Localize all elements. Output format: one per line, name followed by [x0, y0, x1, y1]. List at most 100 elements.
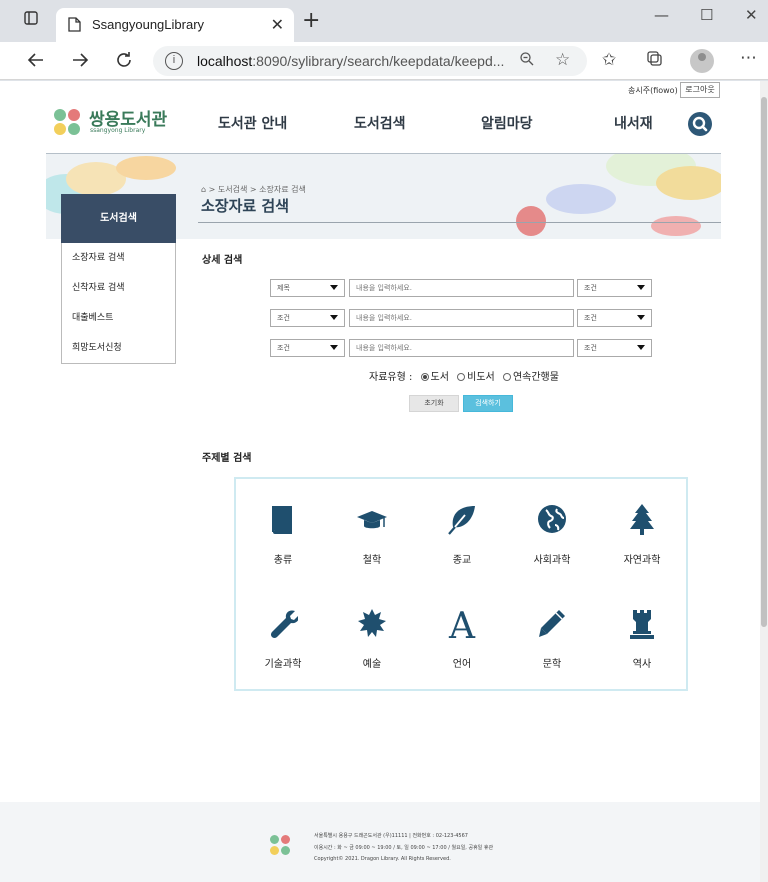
subject-general[interactable]: 총류: [248, 503, 318, 583]
logo-dot: [281, 846, 290, 855]
close-window-icon[interactable]: ✕: [745, 6, 758, 24]
subject-literature[interactable]: 문학: [517, 607, 587, 687]
condition-select[interactable]: 조건: [577, 309, 652, 327]
browser-tab[interactable]: SsangyoungLibrary ✕: [56, 8, 294, 42]
field-select[interactable]: 조건: [270, 309, 345, 327]
lnb-heading: 도서검색: [61, 194, 176, 243]
gnb-my-library[interactable]: 내서재: [614, 113, 653, 133]
leaf-icon: [448, 506, 475, 535]
pencil-icon: [539, 610, 565, 637]
radio-non-book[interactable]: [457, 373, 466, 381]
site-info-icon[interactable]: i: [165, 52, 183, 70]
page-viewport: 송시주(fiowo) 로그아웃 쌍용도서관 ssangyong Library …: [0, 81, 760, 882]
condition-select[interactable]: 조건: [577, 339, 652, 357]
logo-dot: [270, 835, 279, 844]
footer-address: 서울특별시 용용구 드래곤도서관 (우)11111 | 전화번호 : 02-12…: [314, 833, 468, 839]
subject-grid: 총류 철학 종교 사회과학 자연과학 기술과학 예술 A 언어 문학 역사: [234, 477, 688, 691]
footer-logo: [268, 833, 296, 859]
new-tab-icon[interactable]: +: [302, 10, 320, 32]
more-menu-icon[interactable]: ⋯: [740, 48, 757, 68]
logout-button[interactable]: 로그아웃: [680, 82, 720, 98]
page-icon: [68, 17, 81, 32]
condition-select[interactable]: 조건: [577, 279, 652, 297]
decor-cloud: [656, 166, 721, 200]
material-type-group: 자료유형 : 도서 비도서 연속간행물: [369, 368, 559, 383]
url-text[interactable]: localhost:8090/sylibrary/search/keepdata…: [197, 53, 504, 69]
breadcrumb-item[interactable]: 소장자료 검색: [259, 185, 306, 194]
subject-label: 기술과학: [264, 659, 302, 670]
library-logo[interactable]: 쌍용도서관 ssangyong Library: [52, 107, 172, 137]
add-favorite-icon[interactable]: ☆: [555, 50, 570, 70]
decor-cloud: [546, 184, 616, 214]
star-burst-icon: [358, 609, 386, 637]
browser-toolbar: i localhost:8090/sylibrary/search/keepda…: [0, 42, 768, 80]
subject-natural-science[interactable]: 자연과학: [607, 503, 677, 583]
radio-book[interactable]: [420, 373, 429, 381]
page-title: 소장자료 검색: [201, 197, 290, 215]
keyword-input[interactable]: 내용을 입력하세요.: [349, 279, 574, 297]
back-icon[interactable]: [25, 50, 47, 72]
radio-label[interactable]: 연속간행물: [513, 372, 559, 383]
tab-actions-icon[interactable]: [22, 10, 40, 28]
forward-icon[interactable]: [69, 50, 91, 72]
radio-serial[interactable]: [502, 373, 511, 381]
radio-label[interactable]: 도서: [431, 372, 449, 383]
refresh-icon[interactable]: [113, 50, 135, 72]
zoom-icon[interactable]: [519, 51, 535, 71]
gnb-library-guide[interactable]: 도서관 안내: [218, 113, 287, 133]
subject-label: 사회과학: [533, 555, 571, 566]
wrench-icon: [270, 610, 298, 639]
radio-label[interactable]: 비도서: [467, 372, 495, 383]
breadcrumb-item[interactable]: 도서검색: [218, 185, 247, 194]
logo-dot: [281, 835, 290, 844]
subject-technology[interactable]: 기술과학: [248, 607, 318, 687]
gnb-book-search[interactable]: 도서검색: [354, 113, 406, 133]
logo-dot: [68, 109, 80, 121]
address-bar[interactable]: i localhost:8090/sylibrary/search/keepda…: [153, 46, 587, 76]
keyword-input[interactable]: 내용을 입력하세요.: [349, 309, 574, 327]
lnb-item-loan-best[interactable]: 대출베스트: [61, 303, 176, 334]
footer-copyright: Copyright© 2021. Dragon Library. All Rig…: [314, 856, 451, 862]
subject-label: 철학: [362, 555, 382, 566]
user-name: 송시주(fiowo): [628, 86, 678, 95]
search-icon[interactable]: [688, 112, 712, 136]
subject-history[interactable]: 역사: [607, 607, 677, 687]
keyword-input[interactable]: 내용을 입력하세요.: [349, 339, 574, 357]
home-icon[interactable]: ⌂: [201, 185, 206, 194]
maximize-icon[interactable]: ☐: [700, 6, 713, 24]
profile-avatar[interactable]: [690, 49, 714, 73]
breadcrumb: ⌂ > 도서검색 > 소장자료 검색: [201, 185, 306, 194]
subject-language[interactable]: A 언어: [427, 607, 497, 687]
browser-tab-bar: SsangyoungLibrary ✕ + — ☐ ✕: [0, 0, 768, 42]
graduation-cap-icon: [357, 511, 387, 529]
lnb-item-new-arrivals[interactable]: 신착자료 검색: [61, 273, 176, 304]
decor-cloud: [516, 206, 546, 236]
subject-label: 언어: [452, 659, 472, 670]
minimize-icon[interactable]: —: [654, 6, 669, 24]
letter-a-icon: A: [448, 607, 476, 641]
logo-dot: [68, 123, 80, 135]
subject-arts[interactable]: 예술: [337, 607, 407, 687]
field-select[interactable]: 제목: [270, 279, 345, 297]
page-scrollbar[interactable]: [760, 81, 768, 882]
field-select[interactable]: 조건: [270, 339, 345, 357]
svg-text:A: A: [448, 607, 476, 641]
logo-dot: [270, 846, 279, 855]
collections-icon[interactable]: [646, 50, 664, 73]
page-footer: 서울특별시 용용구 드래곤도서관 (우)11111 | 전화번호 : 02-12…: [0, 802, 760, 882]
tab-title: SsangyoungLibrary: [92, 17, 205, 32]
favorites-icon[interactable]: ✩: [602, 50, 616, 70]
subject-social-science[interactable]: 사회과학: [517, 503, 587, 583]
title-divider: [198, 222, 721, 223]
reset-button[interactable]: 초기화: [409, 395, 459, 412]
search-button[interactable]: 검색하기: [463, 395, 513, 412]
lnb-item-holdings-search[interactable]: 소장자료 검색: [61, 243, 176, 274]
scrollbar-thumb[interactable]: [761, 97, 767, 627]
subject-religion[interactable]: 종교: [427, 503, 497, 583]
globe-icon: [538, 505, 566, 533]
subject-label: 종교: [452, 555, 472, 566]
gnb-notice[interactable]: 알림마당: [481, 113, 533, 133]
lnb-item-book-request[interactable]: 희망도서신청: [61, 333, 176, 364]
subject-philosophy[interactable]: 철학: [337, 503, 407, 583]
close-tab-icon[interactable]: ✕: [271, 15, 284, 34]
